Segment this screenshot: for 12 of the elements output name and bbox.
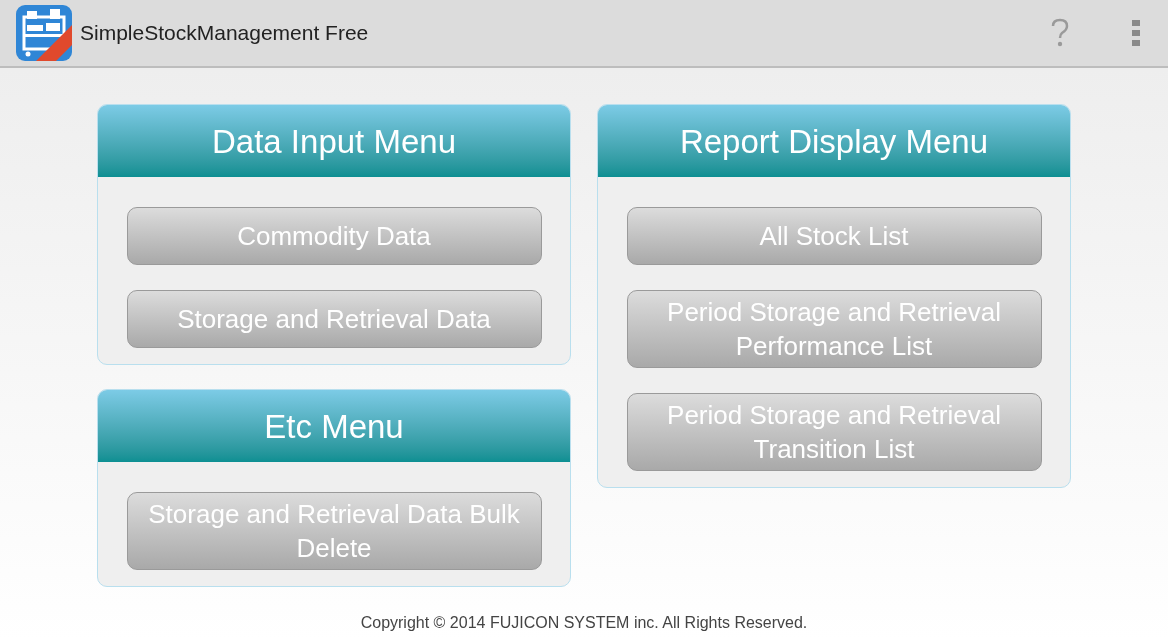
menu-button[interactable]: Storage and Retrieval Data: [126, 290, 542, 348]
overflow-menu-icon[interactable]: [1132, 20, 1140, 46]
app-logo-icon: [16, 5, 72, 61]
help-icon[interactable]: [1050, 18, 1070, 48]
menu-button[interactable]: All Stock List: [626, 207, 1042, 265]
panel-title: Report Display Menu: [679, 124, 989, 158]
menu-button[interactable]: Period Storage and Retrieval Performance List: [626, 290, 1042, 368]
panel-title: Data Input Menu: [212, 124, 456, 158]
panel-title: Etc Menu: [264, 409, 404, 443]
copyright-text: Copyright © 2014 FUJICON SYSTEM inc. All Rights Reserved.: [360, 613, 808, 633]
menu-button[interactable]: Commodity Data: [126, 207, 542, 265]
app-title: SimpleStockManagement Free: [80, 20, 369, 47]
